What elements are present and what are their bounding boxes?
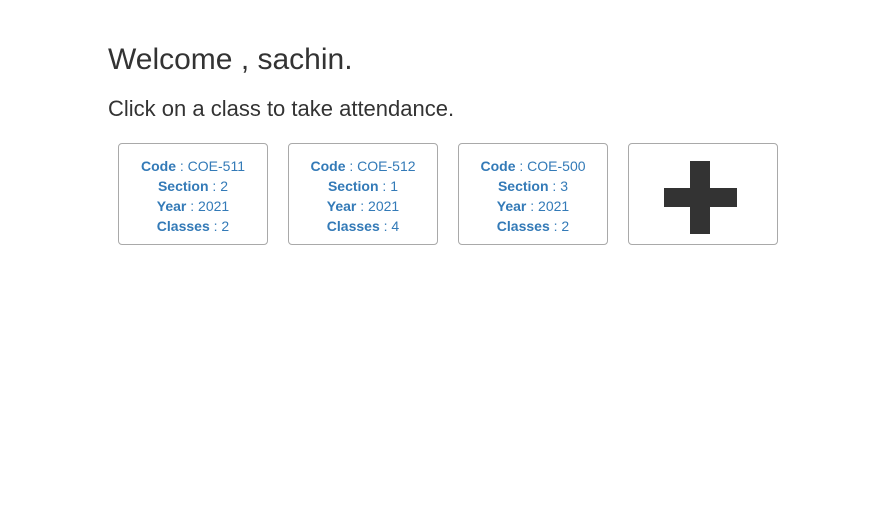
class-count-value: 2 (221, 218, 230, 234)
class-year-value: 2021 (368, 198, 400, 214)
class-section-value: 3 (560, 178, 569, 194)
code-label: Code (141, 158, 176, 174)
separator: : (208, 178, 221, 194)
class-card-list: Code : COE-511 Section : 2 Year : 2021 C… (118, 143, 778, 245)
class-card[interactable]: Code : COE-512 Section : 1 Year : 2021 C… (288, 143, 438, 245)
separator: : (379, 218, 392, 234)
class-card[interactable]: Code : COE-511 Section : 2 Year : 2021 C… (118, 143, 268, 245)
class-count-line: Classes : 4 (327, 216, 399, 236)
class-year-value: 2021 (538, 198, 570, 214)
class-count-line: Classes : 2 (157, 216, 229, 236)
separator: : (549, 218, 562, 234)
class-code-line: Code : COE-511 (141, 156, 245, 176)
class-year-value: 2021 (198, 198, 230, 214)
separator: : (526, 198, 539, 214)
separator: : (209, 218, 222, 234)
code-label: Code (310, 158, 346, 174)
year-label: Year (496, 198, 527, 214)
separator: : (176, 158, 188, 174)
separator: : (548, 178, 561, 194)
class-year-line: Year : 2021 (157, 196, 229, 216)
class-count-value: 2 (561, 218, 570, 234)
section-label: Section (157, 178, 209, 194)
separator: : (356, 198, 369, 214)
dashboard-page: Welcome , sachin. Click on a class to ta… (0, 0, 881, 516)
welcome-heading: Welcome , sachin. (108, 43, 353, 76)
class-count-line: Classes : 2 (497, 216, 569, 236)
class-code-value: COE-511 (187, 158, 245, 174)
class-year-line: Year : 2021 (497, 196, 569, 216)
instruction-text: Click on a class to take attendance. (108, 96, 455, 121)
separator: : (515, 158, 528, 174)
class-section-line: Section : 3 (498, 176, 568, 196)
separator: : (345, 158, 358, 174)
class-section-line: Section : 1 (328, 176, 398, 196)
class-code-value: COE-512 (357, 158, 416, 174)
section-label: Section (327, 178, 379, 194)
classes-label: Classes (326, 218, 380, 234)
class-section-value: 2 (220, 178, 229, 194)
year-label: Year (326, 198, 357, 214)
class-count-value: 4 (391, 218, 400, 234)
year-label: Year (156, 198, 187, 214)
class-year-line: Year : 2021 (327, 196, 399, 216)
classes-label: Classes (496, 218, 550, 234)
classes-label: Classes (156, 218, 210, 234)
class-card[interactable]: Code : COE-500 Section : 3 Year : 2021 C… (458, 143, 608, 245)
class-code-line: Code : COE-500 (480, 156, 585, 176)
class-code-value: COE-500 (527, 158, 586, 174)
class-code-line: Code : COE-512 (310, 156, 415, 176)
separator: : (186, 198, 199, 214)
code-label: Code (480, 158, 516, 174)
separator: : (378, 178, 391, 194)
section-label: Section (497, 178, 549, 194)
plus-icon (664, 161, 737, 234)
class-section-value: 1 (390, 178, 399, 194)
class-section-line: Section : 2 (158, 176, 228, 196)
add-class-button[interactable] (628, 143, 778, 245)
